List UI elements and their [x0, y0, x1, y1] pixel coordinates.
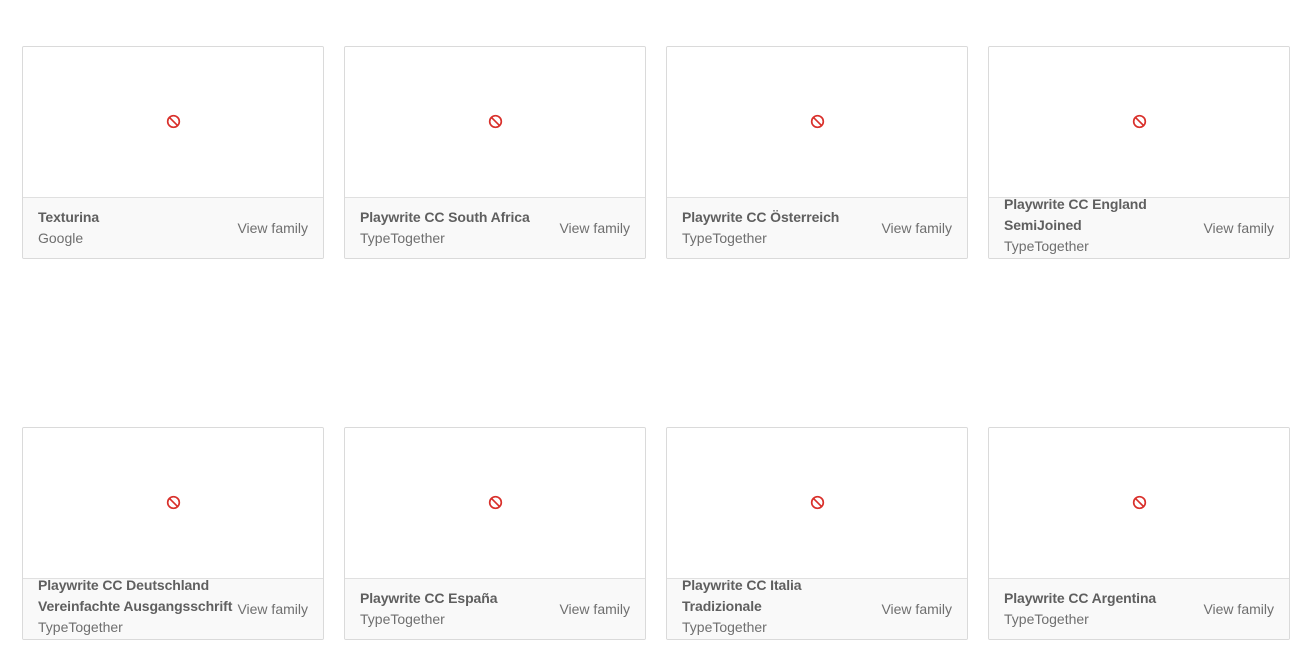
card-footer: Texturina Google View family — [23, 198, 323, 258]
card-footer: Playwrite CC Argentina TypeTogether View… — [989, 579, 1289, 639]
font-preview[interactable] — [23, 47, 323, 198]
font-name: Playwrite CC South Africa — [360, 209, 530, 225]
font-name: Playwrite CC England SemiJoined — [1004, 195, 1147, 233]
font-name: Playwrite CC España — [360, 590, 498, 606]
card-footer: Playwrite CC Österreich TypeTogether Vie… — [667, 198, 967, 258]
font-card-grid: Texturina Google View family Playwrite C… — [22, 46, 1290, 640]
font-preview[interactable] — [667, 428, 967, 579]
font-name: Playwrite CC Deutschland Vereinfachte Au… — [38, 576, 233, 614]
font-preview[interactable] — [989, 47, 1289, 198]
font-foundry: TypeTogether — [360, 611, 445, 627]
view-family-link[interactable]: View family — [881, 601, 952, 617]
card-footer: Playwrite CC Italia Tradizionale TypeTog… — [667, 577, 967, 639]
view-family-link[interactable]: View family — [237, 601, 308, 617]
font-foundry: Google — [38, 230, 84, 246]
view-family-link[interactable]: View family — [237, 220, 308, 236]
font-preview[interactable] — [345, 428, 645, 579]
no-entry-icon — [166, 114, 181, 129]
font-preview[interactable] — [667, 47, 967, 198]
font-name: Playwrite CC Argentina — [1004, 590, 1157, 606]
font-name: Texturina — [38, 209, 100, 225]
font-preview[interactable] — [23, 428, 323, 579]
no-entry-icon — [810, 495, 825, 510]
font-preview[interactable] — [345, 47, 645, 198]
card-footer: Playwrite CC España TypeTogether View fa… — [345, 579, 645, 639]
font-card-playwrite-cc-argentina[interactable]: Playwrite CC Argentina TypeTogether View… — [988, 427, 1290, 640]
no-entry-icon — [488, 495, 503, 510]
view-family-link[interactable]: View family — [881, 220, 952, 236]
font-card-playwrite-cc-italia-tradizionale[interactable]: Playwrite CC Italia Tradizionale TypeTog… — [666, 427, 968, 640]
font-foundry: TypeTogether — [38, 618, 123, 635]
no-entry-icon — [1132, 114, 1147, 129]
font-preview[interactable] — [989, 428, 1289, 579]
font-foundry: TypeTogether — [1004, 237, 1089, 254]
card-footer: Playwrite CC England SemiJoined TypeToge… — [989, 196, 1289, 258]
font-name: Playwrite CC Österreich — [682, 209, 840, 225]
no-entry-icon — [166, 495, 181, 510]
font-card-playwrite-cc-deutschland-va[interactable]: Playwrite CC Deutschland Vereinfachte Au… — [22, 427, 324, 640]
view-family-link[interactable]: View family — [559, 220, 630, 236]
no-entry-icon — [488, 114, 503, 129]
font-name: Playwrite CC Italia Tradizionale — [682, 576, 802, 614]
view-family-link[interactable]: View family — [1203, 601, 1274, 617]
font-card-playwrite-cc-england-semijoined[interactable]: Playwrite CC England SemiJoined TypeToge… — [988, 46, 1290, 259]
font-card-playwrite-cc-south-africa[interactable]: Playwrite CC South Africa TypeTogether V… — [344, 46, 646, 259]
view-family-link[interactable]: View family — [1203, 220, 1274, 236]
font-card-playwrite-cc-osterreich[interactable]: Playwrite CC Österreich TypeTogether Vie… — [666, 46, 968, 259]
font-foundry: TypeTogether — [360, 230, 445, 246]
font-card-texturina[interactable]: Texturina Google View family — [22, 46, 324, 259]
font-foundry: TypeTogether — [682, 618, 767, 635]
font-card-playwrite-cc-espana[interactable]: Playwrite CC España TypeTogether View fa… — [344, 427, 646, 640]
view-family-link[interactable]: View family — [559, 601, 630, 617]
card-footer: Playwrite CC Deutschland Vereinfachte Au… — [23, 577, 323, 639]
card-footer: Playwrite CC South Africa TypeTogether V… — [345, 198, 645, 258]
font-foundry: TypeTogether — [682, 230, 767, 246]
font-foundry: TypeTogether — [1004, 611, 1089, 627]
no-entry-icon — [1132, 495, 1147, 510]
no-entry-icon — [810, 114, 825, 129]
